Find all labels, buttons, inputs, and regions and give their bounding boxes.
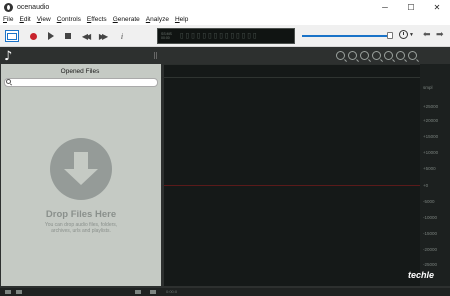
status-grid-icon[interactable] bbox=[16, 290, 22, 294]
rewind-button[interactable]: ◀◀ bbox=[79, 30, 91, 42]
title-bar: ocenaudio ─ ☐ ✕ bbox=[0, 0, 450, 14]
amplitude-scale bbox=[420, 64, 450, 286]
zoom-reset-icon[interactable] bbox=[408, 51, 417, 60]
chevron-down-icon[interactable]: ▼ bbox=[409, 32, 414, 38]
play-button[interactable] bbox=[45, 30, 57, 42]
time-format-label: SS:MS 00:00 bbox=[161, 32, 172, 40]
scale-label: -25000 bbox=[423, 262, 438, 267]
file-search-input[interactable] bbox=[4, 78, 158, 87]
opened-files-title: Opened Files bbox=[60, 68, 100, 75]
select-mode-button[interactable] bbox=[5, 30, 19, 42]
waveform-top-divider bbox=[164, 77, 420, 78]
waveform-center-line bbox=[164, 185, 420, 186]
window-controls: ─ ☐ ✕ bbox=[372, 0, 450, 14]
scale-label: +15000 bbox=[423, 134, 439, 139]
scale-label: +10000 bbox=[423, 150, 439, 155]
info-button[interactable]: i bbox=[116, 30, 128, 42]
window-title: ocenaudio bbox=[17, 3, 50, 11]
volume-slider-handle[interactable] bbox=[387, 32, 393, 39]
zoom-selection-icon[interactable] bbox=[360, 51, 369, 60]
clock-icon[interactable] bbox=[399, 30, 408, 39]
menu-view[interactable]: View bbox=[37, 16, 51, 23]
drop-files-title: Drop Files Here bbox=[45, 209, 117, 220]
time-display: SS:MS 00:00 ▯▯▯▯▯▯▯▯▯▯▯▯▯▯ bbox=[157, 28, 295, 44]
status-bar bbox=[0, 288, 450, 296]
zoom-vertical-out-icon[interactable] bbox=[396, 51, 405, 60]
maximize-button[interactable]: ☐ bbox=[398, 0, 424, 14]
fast-forward-button[interactable]: ▶▶ bbox=[96, 30, 108, 42]
zoom-in-icon[interactable] bbox=[336, 51, 345, 60]
scale-label: +25000 bbox=[423, 104, 439, 109]
brand-watermark: techle bbox=[408, 270, 435, 280]
zoom-vertical-in-icon[interactable] bbox=[384, 51, 393, 60]
menu-help[interactable]: Help bbox=[175, 16, 188, 23]
drop-files-subtitle: You can drop audio files, folders, archi… bbox=[44, 222, 118, 234]
menu-controls[interactable]: Controls bbox=[57, 16, 81, 23]
back-arrow-icon[interactable]: ⬅ bbox=[423, 29, 431, 40]
menu-analyze[interactable]: Analyze bbox=[146, 16, 169, 23]
menu-file[interactable]: File bbox=[3, 16, 14, 23]
search-icon bbox=[6, 79, 11, 84]
menu-bar: File Edit View Controls Effects Generate… bbox=[0, 14, 450, 25]
waveform-canvas[interactable] bbox=[164, 64, 420, 286]
record-button[interactable] bbox=[27, 30, 39, 42]
stop-button[interactable] bbox=[62, 30, 74, 42]
status-keyboard-icon[interactable] bbox=[135, 290, 141, 294]
ocenaudio-logo-icon bbox=[4, 2, 13, 12]
menu-effects[interactable]: Effects bbox=[87, 16, 107, 23]
timeline-label: 0:00:0 bbox=[166, 289, 178, 294]
scale-label: -10000 bbox=[423, 215, 438, 220]
download-arrow-stem bbox=[74, 152, 88, 170]
menu-generate[interactable]: Generate bbox=[113, 16, 140, 23]
download-arrow-head bbox=[64, 169, 98, 185]
scale-label: +20000 bbox=[423, 118, 439, 123]
zoom-toolbar bbox=[336, 51, 420, 60]
zoom-out-icon[interactable] bbox=[348, 51, 357, 60]
panel-resize-handle[interactable] bbox=[154, 52, 157, 59]
time-digits: ▯▯▯▯▯▯▯▯▯▯▯▯▯▯ bbox=[179, 31, 258, 41]
music-note-icon: ♪ bbox=[4, 49, 13, 64]
scale-label: -5000 bbox=[423, 199, 435, 204]
status-panel-icon[interactable] bbox=[150, 290, 156, 294]
scale-label: +0 bbox=[423, 183, 429, 188]
scale-label: -20000 bbox=[423, 247, 438, 252]
scale-label: -15000 bbox=[423, 231, 438, 236]
minimize-button[interactable]: ─ bbox=[372, 0, 398, 14]
scale-label: smpl bbox=[423, 85, 433, 90]
status-list-icon[interactable] bbox=[5, 290, 11, 294]
menu-edit[interactable]: Edit bbox=[20, 16, 31, 23]
scale-label: +5000 bbox=[423, 166, 436, 171]
close-button[interactable]: ✕ bbox=[424, 0, 450, 14]
zoom-fit-icon[interactable] bbox=[372, 51, 381, 60]
volume-slider-track[interactable] bbox=[302, 35, 390, 37]
forward-arrow-icon[interactable]: ➡ bbox=[436, 29, 444, 40]
